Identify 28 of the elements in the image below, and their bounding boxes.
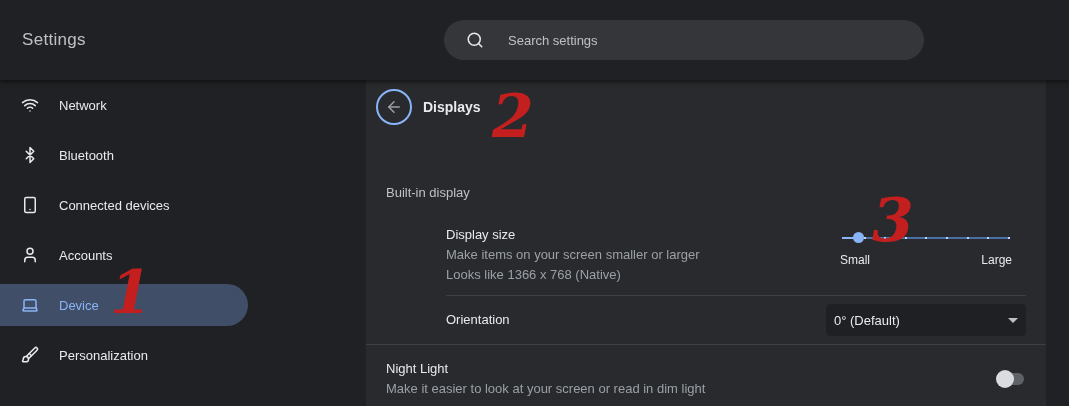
search-field[interactable]: Search settings [444,20,924,60]
setting-description: Make it easier to look at your screen or read in dim light [386,380,706,398]
orientation-dropdown[interactable]: 0° (Default) [826,304,1026,336]
caret-icon [1008,317,1018,323]
wifi-icon [21,96,39,114]
sidebar-item[interactable]: Personalization [0,334,248,376]
handwritten-number: 3 [872,190,914,250]
sidebar-item[interactable]: Network [0,84,248,126]
search-icon [466,31,484,49]
phone-icon [21,196,39,214]
app-title: Settings [21,30,87,50]
page-title: Displays [423,99,481,115]
setting-title: Orientation [446,311,510,329]
slider-max-label: Large [981,253,1012,267]
slider-min-label: Small [840,253,870,267]
back-button[interactable] [376,89,412,125]
laptop-icon [21,296,39,314]
slider-thumb[interactable] [852,232,864,243]
toggle-switch[interactable] [998,373,1024,385]
brush-icon [21,346,39,364]
setting-description: Make items on your screen smaller or larger [446,246,700,264]
sidebar-item[interactable]: Bluetooth [0,134,248,176]
person-icon [21,246,39,264]
setting-title: Night Light [386,360,450,378]
handwritten-number: 2 [492,86,534,146]
setting-title: Display size [446,226,517,244]
setting-description: Looks like 1366 x 768 (Native) [446,266,622,284]
sidebar-item[interactable]: Connected devices [0,184,248,226]
